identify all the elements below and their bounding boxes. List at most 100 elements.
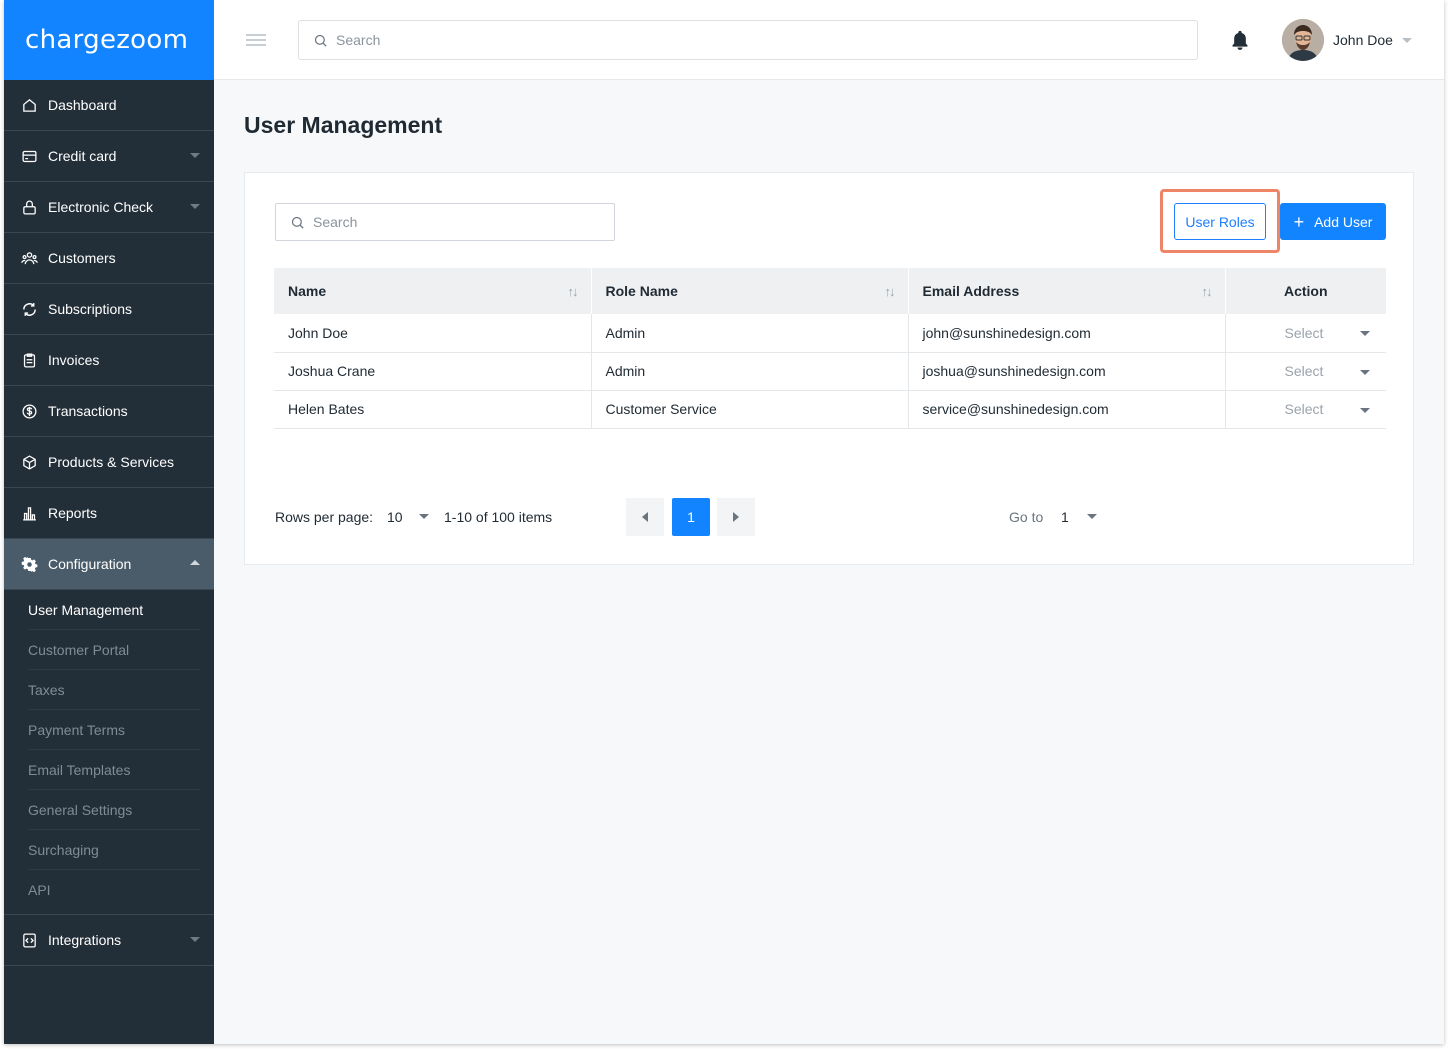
cell-name: John Doe: [274, 314, 592, 353]
sidebar-item-customers[interactable]: Customers: [4, 233, 214, 284]
search-icon: [314, 34, 327, 47]
action-select[interactable]: Select: [1225, 314, 1386, 353]
submenu-item-email-templates[interactable]: Email Templates: [28, 750, 200, 790]
sidebar-item-products-services[interactable]: Products & Services: [4, 437, 214, 488]
sidebar-item-label: Integrations: [48, 932, 122, 948]
items-count: 1-10 of 100 items: [444, 509, 553, 525]
logo: chargezoom: [4, 0, 214, 80]
sort-icon[interactable]: ↑↓: [885, 284, 896, 299]
code-icon: [20, 931, 38, 949]
sidebar-item-credit-card[interactable]: Credit card: [4, 131, 214, 182]
goto-label: Go to: [1009, 509, 1044, 525]
rows-per-page-label: Rows per page:: [275, 509, 374, 525]
sidebar-item-electronic-check[interactable]: Electronic Check: [4, 182, 214, 233]
sidebar-item-label: Credit card: [48, 148, 117, 164]
table-row: John Doe Admin john@sunshinedesign.com S…: [274, 314, 1386, 353]
pagination: Rows per page: 10 1-10 of 100 items 1 Go…: [275, 498, 1387, 536]
cell-email: service@sunshinedesign.com: [908, 390, 1226, 429]
sidebar-item-label: Customers: [48, 250, 116, 266]
action-select[interactable]: Select: [1225, 352, 1386, 391]
chevron-down-icon: [1087, 514, 1097, 519]
bell-icon[interactable]: [1230, 29, 1250, 51]
sidebar-item-label: Dashboard: [48, 97, 117, 113]
page-title: User Management: [244, 112, 443, 138]
submenu-item-surchaging[interactable]: Surchaging: [28, 830, 200, 870]
prev-page-button[interactable]: [626, 498, 664, 536]
sort-icon[interactable]: ↑↓: [1202, 284, 1213, 299]
submenu-item-api[interactable]: API: [28, 870, 200, 910]
table-search[interactable]: [275, 203, 615, 241]
cell-role: Customer Service: [591, 390, 909, 429]
submenu-item-user-management[interactable]: User Management: [28, 590, 200, 630]
table-row: Joshua Crane Admin joshua@sunshinedesign…: [274, 352, 1386, 391]
add-user-button[interactable]: + Add User: [1280, 203, 1386, 240]
search-icon: [291, 216, 304, 229]
table-search-input[interactable]: [313, 214, 605, 230]
sidebar-item-invoices[interactable]: Invoices: [4, 335, 214, 386]
rows-per-page-select[interactable]: 10: [383, 498, 435, 536]
chevron-down-icon: [1360, 331, 1370, 336]
sidebar-item-label: Reports: [48, 505, 98, 521]
box-icon: [20, 453, 38, 471]
submenu-item-general-settings[interactable]: General Settings: [28, 790, 200, 830]
chevron-down-icon: [419, 514, 429, 519]
chevron-up-icon: [190, 560, 200, 565]
column-header-email[interactable]: Email Address ↑↓: [908, 268, 1226, 314]
sidebar-item-label: Electronic Check: [48, 199, 154, 215]
column-header-action: Action: [1225, 268, 1386, 314]
sort-icon[interactable]: ↑↓: [568, 284, 579, 299]
chevron-down-icon[interactable]: [1402, 38, 1412, 43]
goto-page-select[interactable]: 1: [1055, 498, 1103, 536]
user-name[interactable]: John Doe: [1333, 32, 1393, 48]
dollar-icon: [20, 402, 38, 420]
invoice-icon: [20, 351, 38, 369]
cell-email: joshua@sunshinedesign.com: [908, 352, 1226, 391]
cell-role: Admin: [591, 352, 909, 391]
cell-name: Joshua Crane: [274, 352, 592, 391]
cell-role: Admin: [591, 314, 909, 353]
refresh-icon: [20, 300, 38, 318]
chevron-down-icon: [1360, 369, 1370, 375]
bar-chart-icon: [20, 504, 38, 522]
submenu-item-taxes[interactable]: Taxes: [28, 670, 200, 710]
sidebar: chargezoom Dashboard Credit card Electro…: [4, 0, 214, 1044]
chevron-down-icon: [190, 937, 200, 942]
submenu-item-customer-portal[interactable]: Customer Portal: [28, 630, 200, 670]
customers-icon: [20, 249, 38, 267]
add-user-label: Add User: [1314, 213, 1373, 230]
sidebar-item-configuration[interactable]: Configuration: [4, 539, 214, 590]
global-search[interactable]: [298, 20, 1198, 60]
next-page-button[interactable]: [717, 498, 755, 536]
table-row: Helen Bates Customer Service service@sun…: [274, 390, 1386, 429]
page-button-current[interactable]: 1: [672, 498, 710, 536]
chevron-left-icon: [642, 512, 648, 522]
chevron-down-icon: [190, 153, 200, 158]
user-roles-button[interactable]: User Roles: [1174, 203, 1266, 240]
cell-name: Helen Bates: [274, 390, 592, 429]
menu-toggle-icon[interactable]: [246, 34, 266, 46]
lock-icon: [20, 198, 38, 216]
credit-card-icon: [20, 147, 38, 165]
chevron-right-icon: [733, 512, 739, 522]
avatar[interactable]: [1282, 19, 1324, 61]
sidebar-item-label: Transactions: [48, 403, 128, 419]
sidebar-item-label: Products & Services: [48, 454, 175, 470]
cell-email: john@sunshinedesign.com: [908, 314, 1226, 353]
column-header-name[interactable]: Name ↑↓: [274, 268, 592, 314]
sidebar-item-label: Configuration: [48, 556, 132, 572]
gear-icon: [20, 555, 38, 573]
action-select[interactable]: Select: [1225, 390, 1386, 429]
column-header-role[interactable]: Role Name ↑↓: [591, 268, 909, 314]
sidebar-item-integrations[interactable]: Integrations: [4, 915, 214, 966]
global-search-input[interactable]: [336, 32, 1132, 48]
chevron-down-icon: [190, 204, 200, 209]
sidebar-item-subscriptions[interactable]: Subscriptions: [4, 284, 214, 335]
chevron-down-icon: [1360, 407, 1370, 413]
sidebar-item-label: Subscriptions: [48, 301, 133, 317]
user-table-card: User Roles + Add User Name↑↓ Role Name↑↓…: [244, 172, 1414, 565]
sidebar-item-transactions[interactable]: Transactions: [4, 386, 214, 437]
sidebar-item-reports[interactable]: Reports: [4, 488, 214, 539]
submenu-item-payment-terms[interactable]: Payment Terms: [28, 710, 200, 750]
sidebar-item-dashboard[interactable]: Dashboard: [4, 80, 214, 131]
configuration-submenu: User Management Customer Portal Taxes Pa…: [4, 590, 214, 915]
